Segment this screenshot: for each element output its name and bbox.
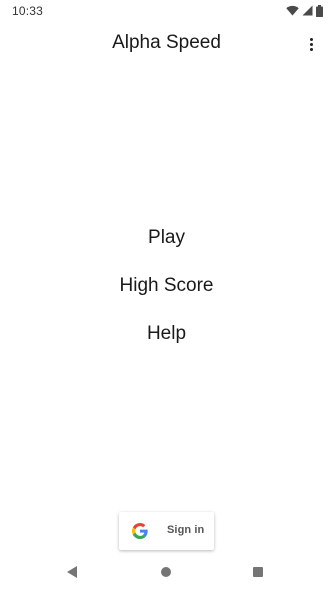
menu-dot	[309, 37, 313, 41]
google-sign-in-button[interactable]: Sign in	[119, 512, 214, 550]
home-icon[interactable]	[161, 567, 171, 577]
high-score-button[interactable]: High Score	[0, 272, 333, 320]
app-title: Alpha Speed	[112, 32, 221, 53]
main-menu: Play High Score Help	[0, 224, 333, 368]
wifi-icon	[286, 5, 299, 16]
google-g-icon	[132, 523, 148, 539]
recents-icon[interactable]	[253, 567, 263, 577]
help-button[interactable]: Help	[0, 320, 333, 368]
more-vert-icon[interactable]	[303, 35, 319, 53]
play-button[interactable]: Play	[0, 224, 333, 272]
menu-dot	[309, 42, 313, 46]
app-bar: Alpha Speed	[0, 22, 333, 66]
sign-in-label: Sign in	[167, 524, 205, 536]
status-time: 10:33	[12, 4, 44, 18]
menu-dot	[309, 47, 313, 51]
system-nav-bar	[0, 552, 333, 592]
back-icon[interactable]	[67, 566, 77, 578]
status-icons	[286, 4, 323, 17]
battery-icon	[316, 4, 323, 17]
status-bar: 10:33	[0, 0, 333, 22]
cellular-signal-icon	[302, 5, 313, 16]
